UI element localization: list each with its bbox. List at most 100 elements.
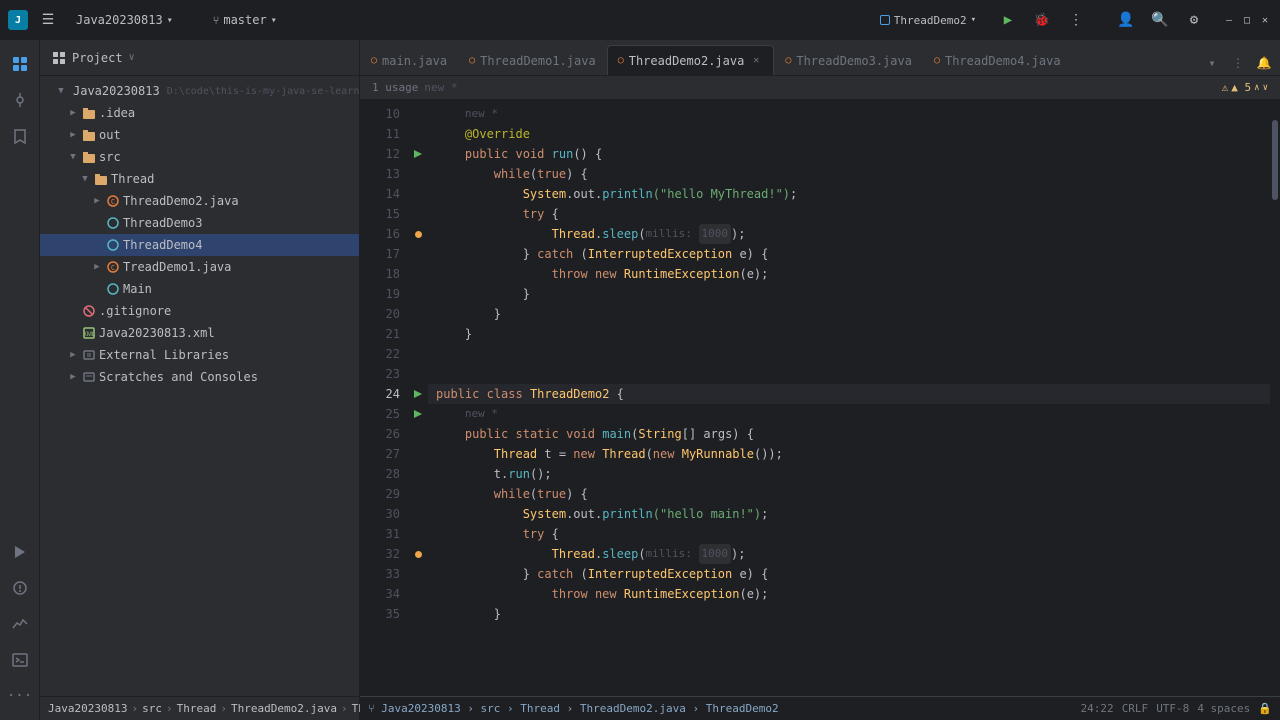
breadcrumb-file[interactable]: ThreadDemo2.java: [231, 702, 337, 715]
tab-threaddemo2-label: ThreadDemo2.java: [629, 54, 745, 68]
code-line-28: t.run();: [428, 464, 1270, 484]
bookmarks-tool-button[interactable]: [4, 120, 36, 152]
gutter-24[interactable]: [408, 384, 428, 404]
gutter-25[interactable]: [408, 404, 428, 424]
status-breadcrumb[interactable]: ⑂ Java20230813 › src › Thread › ThreadDe…: [368, 702, 779, 715]
code-line-31: try {: [428, 524, 1270, 544]
tree-item-xml[interactable]: XML Java20230813.xml: [40, 322, 359, 344]
status-indent[interactable]: 4 spaces: [1197, 702, 1250, 715]
gutter-28: [408, 464, 428, 484]
ln-26: 26: [360, 424, 400, 444]
tree-item-out[interactable]: ▶ out: [40, 124, 359, 146]
run-tool-button[interactable]: [4, 536, 36, 568]
lock-icon: 🔒: [1258, 702, 1272, 715]
debug-button[interactable]: 🐞: [1028, 6, 1056, 34]
code-line-27: Thread t = new Thread(new MyRunnable());: [428, 444, 1270, 464]
svg-text:C: C: [111, 264, 115, 272]
commit-tool-button[interactable]: [4, 84, 36, 116]
maximize-button[interactable]: □: [1240, 13, 1254, 27]
profiler-tool-button[interactable]: [4, 608, 36, 640]
code-line-20: }: [428, 304, 1270, 324]
ln-25: 25: [360, 404, 400, 424]
status-encoding[interactable]: UTF-8: [1156, 702, 1189, 715]
breadcrumb-java[interactable]: Java20230813: [48, 702, 127, 715]
branch-selector[interactable]: ⑂ master ▾: [205, 10, 285, 30]
editor-area: ○ main.java ○ ThreadDemo1.java ○ ThreadD…: [360, 40, 1280, 720]
gutter-27: [408, 444, 428, 464]
gutter-11: [408, 124, 428, 144]
tree-item-java20230813[interactable]: ▼ Java20230813 D:\code\this-is-my-java-s…: [40, 80, 359, 102]
gutter-14: [408, 184, 428, 204]
tree-no-arrow-threaddemo2: ▶: [91, 195, 103, 207]
project-tree: ▼ Java20230813 D:\code\this-is-my-java-s…: [40, 76, 359, 696]
code-editor[interactable]: 10 11 12 13 14 15 16 17 18 19 20 21 22 2…: [360, 100, 1280, 696]
gutter-12[interactable]: [408, 144, 428, 164]
gutter-16: [408, 224, 428, 244]
run-button[interactable]: ▶: [994, 6, 1022, 34]
ln-35: 35: [360, 604, 400, 624]
more-run-options[interactable]: ⋮: [1062, 6, 1090, 34]
hamburger-menu-button[interactable]: ☰: [34, 6, 62, 34]
window-controls: — □ ✕: [1222, 13, 1272, 27]
settings-button[interactable]: ⚙: [1180, 6, 1208, 34]
ln-32: 32: [360, 544, 400, 564]
warning-chevron2: ∨: [1263, 83, 1268, 93]
tree-label-idea: .idea: [99, 106, 135, 120]
tab-main[interactable]: ○ main.java: [360, 45, 458, 75]
code-line-33: } catch (InterruptedException e) {: [428, 564, 1270, 584]
tree-item-threaddemo2[interactable]: ▶ C ThreadDemo2.java: [40, 190, 359, 212]
breadcrumb-src[interactable]: src: [142, 702, 162, 715]
gutter-17: [408, 244, 428, 264]
gutter-29: [408, 484, 428, 504]
ln-19: 19: [360, 284, 400, 304]
debug-tool-button[interactable]: [4, 572, 36, 604]
notifications-button[interactable]: 🔔: [1252, 51, 1276, 75]
profile-button[interactable]: 👤: [1112, 6, 1140, 34]
tab-list-button[interactable]: ▾: [1200, 51, 1224, 75]
close-button[interactable]: ✕: [1258, 13, 1272, 27]
code-content[interactable]: new * @Override public void run() { whil…: [428, 100, 1270, 696]
tree-item-threaddemo3[interactable]: ThreadDemo3: [40, 212, 359, 234]
gutter-19: [408, 284, 428, 304]
ln-29: 29: [360, 484, 400, 504]
search-everywhere-button[interactable]: 🔍: [1146, 6, 1174, 34]
tree-item-src[interactable]: ▼ src: [40, 146, 359, 168]
tab-threaddemo2-icon: ○: [618, 55, 624, 66]
project-selector[interactable]: Java20230813 ▾: [68, 10, 181, 30]
tab-threaddemo4[interactable]: ○ ThreadDemo4.java: [923, 45, 1072, 75]
tree-item-threaddemo4[interactable]: ThreadDemo4: [40, 234, 359, 256]
scrollbar-thumb[interactable]: [1272, 120, 1278, 200]
tree-item-idea[interactable]: ▶ .idea: [40, 102, 359, 124]
tree-item-scratches[interactable]: ▶ Scratches and Consoles: [40, 366, 359, 388]
status-lock[interactable]: 🔒: [1258, 702, 1272, 715]
tab-settings-button[interactable]: ⋮: [1226, 51, 1250, 75]
terminal-tool-button[interactable]: [4, 644, 36, 676]
tree-item-main[interactable]: Main: [40, 278, 359, 300]
editor-scrollbar[interactable]: [1270, 100, 1280, 696]
java-main-icon: [106, 282, 120, 296]
tree-label-treadDemo1: TreadDemo1.java: [123, 260, 231, 274]
tab-threaddemo3[interactable]: ○ ThreadDemo3.java: [774, 45, 923, 75]
code-line-11: @Override: [428, 124, 1270, 144]
gutter-30: [408, 504, 428, 524]
project-tool-button[interactable]: [4, 48, 36, 80]
tree-item-treadDemo1[interactable]: ▶ C TreadDemo1.java: [40, 256, 359, 278]
warning-badge[interactable]: ⚠ ▲ 5 ∧ ∨: [1222, 81, 1268, 94]
tab-threaddemo3-label: ThreadDemo3.java: [796, 54, 912, 68]
tree-arrow-out: ▶: [67, 129, 79, 141]
tab-close-threaddemo2[interactable]: ✕: [749, 54, 763, 68]
status-line-ending[interactable]: CRLF: [1122, 702, 1149, 715]
tree-item-thread[interactable]: ▼ Thread: [40, 168, 359, 190]
status-position[interactable]: 24:22: [1081, 702, 1114, 715]
more-tool-button[interactable]: ···: [4, 680, 36, 712]
breadcrumb-thread[interactable]: Thread: [177, 702, 217, 715]
tab-threaddemo2[interactable]: ○ ThreadDemo2.java ✕: [607, 45, 775, 75]
tab-threaddemo1[interactable]: ○ ThreadDemo1.java: [458, 45, 607, 75]
code-line-12: public void run() {: [428, 144, 1270, 164]
folder-thread-icon: [94, 172, 108, 186]
tree-item-ext-lib[interactable]: ▶ External Libraries: [40, 344, 359, 366]
status-path: ⑂ Java20230813 › src › Thread › ThreadDe…: [368, 702, 779, 715]
minimize-button[interactable]: —: [1222, 13, 1236, 27]
tree-item-gitignore[interactable]: .gitignore: [40, 300, 359, 322]
sidebar-breadcrumb: Java20230813 › src › Thread › ThreadDemo…: [40, 696, 359, 720]
